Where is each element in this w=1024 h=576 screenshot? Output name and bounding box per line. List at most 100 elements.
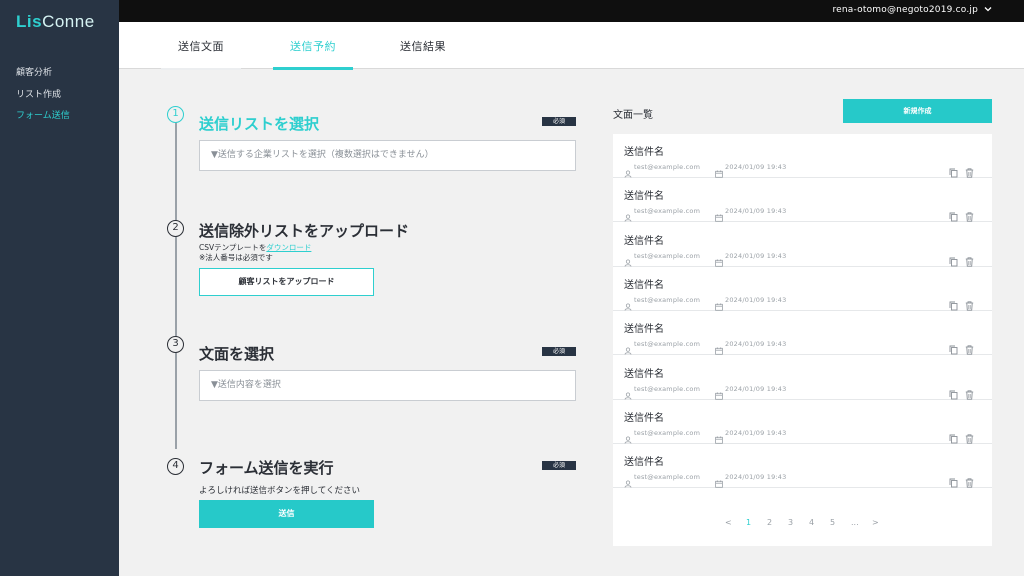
document-list-item[interactable]: 送信件名 test@example.com 2024/01/09 19:43 bbox=[613, 134, 992, 178]
document-list-heading: 文面一覧 bbox=[613, 110, 653, 121]
document-date: 2024/01/09 19:43 bbox=[725, 473, 787, 482]
step-1-title: 送信リストを選択 bbox=[199, 115, 320, 133]
pagination-page-5[interactable]: 5 bbox=[830, 518, 835, 527]
document-list-item[interactable]: 送信件名 test@example.com 2024/01/09 19:43 bbox=[613, 356, 992, 400]
user-icon bbox=[624, 163, 632, 178]
document-date: 2024/01/09 19:43 bbox=[725, 295, 787, 304]
user-icon bbox=[624, 340, 632, 355]
document-name: 送信件名 bbox=[624, 191, 664, 203]
document-list: 送信件名 test@example.com 2024/01/09 19:43 送信件名… bbox=[613, 134, 992, 546]
user-icon bbox=[624, 252, 632, 267]
document-email: test@example.com bbox=[634, 340, 701, 349]
sidebar-item-form-send[interactable]: フォーム送信 bbox=[16, 111, 70, 133]
trash-icon[interactable] bbox=[965, 296, 974, 311]
tab-send-results[interactable]: 送信結果 bbox=[383, 22, 463, 69]
trash-icon[interactable] bbox=[965, 340, 974, 355]
trash-icon[interactable] bbox=[965, 429, 974, 444]
new-document-button[interactable]: 新規作成 bbox=[843, 99, 992, 123]
send-instruction: よろしければ送信ボタンを押してください bbox=[199, 486, 360, 496]
sidebar: LisConne 顧客分析 リスト作成 フォーム送信 bbox=[0, 0, 119, 576]
trash-icon[interactable] bbox=[965, 473, 974, 488]
document-list-item[interactable]: 送信件名 test@example.com 2024/01/09 19:43 bbox=[613, 178, 992, 223]
sidebar-item-list-creation[interactable]: リスト作成 bbox=[16, 90, 70, 112]
document-email: test@example.com bbox=[634, 384, 701, 393]
pagination-page-2[interactable]: 2 bbox=[767, 518, 772, 527]
chevron-down-icon[interactable] bbox=[983, 4, 993, 14]
copy-icon[interactable] bbox=[949, 252, 958, 267]
send-button[interactable]: 送信 bbox=[199, 500, 374, 528]
document-date: 2024/01/09 19:43 bbox=[725, 251, 787, 260]
send-list-select[interactable]: ▼送信する企業リストを選択（複数選択はできません） bbox=[199, 140, 576, 171]
step-3-number: 3 bbox=[167, 336, 184, 353]
tab-send-schedule[interactable]: 送信予約 bbox=[273, 22, 353, 70]
tab-underline bbox=[161, 68, 241, 70]
document-name: 送信件名 bbox=[624, 457, 664, 469]
document-email: test@example.com bbox=[634, 473, 701, 482]
document-list-item[interactable]: 送信件名 test@example.com 2024/01/09 19:43 bbox=[613, 400, 992, 444]
calendar-icon bbox=[715, 385, 723, 400]
step-2-title: 送信除外リストをアップロード bbox=[199, 222, 410, 240]
document-list-item[interactable]: 送信件名 test@example.com 2024/01/09 19:43 bbox=[613, 223, 992, 267]
required-badge: 必須 bbox=[542, 117, 576, 126]
tab-label: 送信文面 bbox=[178, 40, 224, 53]
document-email: test@example.com bbox=[634, 163, 701, 171]
user-icon bbox=[624, 385, 632, 400]
document-date: 2024/01/09 19:43 bbox=[725, 428, 787, 437]
corporate-number-note: ※法人番号は必須です bbox=[199, 253, 273, 262]
csv-download-link[interactable]: ダウンロード bbox=[266, 243, 311, 252]
step-2-number: 2 bbox=[167, 220, 184, 237]
document-list-item[interactable]: 送信件名 test@example.com 2024/01/09 19:43 bbox=[613, 267, 992, 311]
tab-active-indicator bbox=[273, 67, 353, 70]
copy-icon[interactable] bbox=[949, 385, 958, 399]
document-name: 送信件名 bbox=[624, 324, 664, 336]
document-email: test@example.com bbox=[634, 295, 701, 304]
document-email: test@example.com bbox=[634, 251, 701, 260]
trash-icon[interactable] bbox=[965, 163, 974, 178]
csv-template-prefix: CSVテンプレートを bbox=[199, 243, 267, 252]
copy-icon[interactable] bbox=[949, 163, 958, 178]
calendar-icon bbox=[715, 163, 723, 178]
step-4-number: 4 bbox=[167, 458, 184, 475]
document-date: 2024/01/09 19:43 bbox=[725, 207, 787, 216]
document-list-item[interactable]: 送信件名 test@example.com 2024/01/09 19:43 bbox=[613, 311, 992, 356]
pagination-page-4[interactable]: 4 bbox=[809, 518, 814, 527]
pagination-page-3[interactable]: 3 bbox=[788, 518, 793, 527]
copy-icon[interactable] bbox=[949, 207, 958, 222]
document-list-item[interactable]: 送信件名 test@example.com 2024/01/09 19:43 bbox=[613, 444, 992, 489]
tab-label: 送信予約 bbox=[290, 40, 336, 53]
user-icon bbox=[624, 207, 632, 222]
pagination-page-1[interactable]: 1 bbox=[746, 518, 751, 527]
trash-icon[interactable] bbox=[965, 207, 974, 222]
copy-icon[interactable] bbox=[949, 429, 958, 444]
document-date: 2024/01/09 19:43 bbox=[725, 340, 787, 349]
document-date: 2024/01/09 19:43 bbox=[725, 384, 787, 393]
trash-icon[interactable] bbox=[965, 385, 974, 400]
message-select[interactable]: ▼送信内容を選択 bbox=[199, 370, 576, 401]
step-1-number: 1 bbox=[167, 106, 184, 123]
sidebar-item-customer-analysis[interactable]: 顧客分析 bbox=[16, 68, 70, 90]
required-badge: 必須 bbox=[542, 347, 576, 356]
pagination-prev[interactable]: < bbox=[725, 518, 732, 527]
copy-icon[interactable] bbox=[949, 340, 958, 355]
calendar-icon bbox=[715, 252, 723, 267]
calendar-icon bbox=[715, 296, 723, 311]
user-icon bbox=[624, 429, 632, 444]
required-badge: 必須 bbox=[542, 461, 576, 470]
user-email[interactable]: rena-otomo@negoto2019.co.jp bbox=[832, 5, 978, 15]
upload-customer-list-button[interactable]: 顧客リストをアップロード bbox=[199, 268, 374, 296]
copy-icon[interactable] bbox=[949, 473, 958, 488]
tab-label: 送信結果 bbox=[400, 40, 446, 53]
pagination-next[interactable]: > bbox=[872, 518, 879, 527]
trash-icon[interactable] bbox=[965, 252, 974, 267]
document-date: 2024/01/09 19:43 bbox=[725, 163, 787, 171]
app-logo[interactable]: LisConne bbox=[16, 12, 95, 32]
step-3-title: 文面を選択 bbox=[199, 345, 275, 363]
step-timeline bbox=[175, 121, 177, 449]
tab-send-content[interactable]: 送信文面 bbox=[161, 22, 241, 70]
copy-icon[interactable] bbox=[949, 296, 958, 311]
calendar-icon bbox=[715, 473, 723, 488]
tab-bar: 送信文面 送信予約 送信結果 bbox=[119, 22, 1024, 70]
document-email: test@example.com bbox=[634, 428, 701, 437]
document-name: 送信件名 bbox=[624, 412, 664, 424]
top-bar: rena-otomo@negoto2019.co.jp bbox=[119, 0, 1024, 22]
